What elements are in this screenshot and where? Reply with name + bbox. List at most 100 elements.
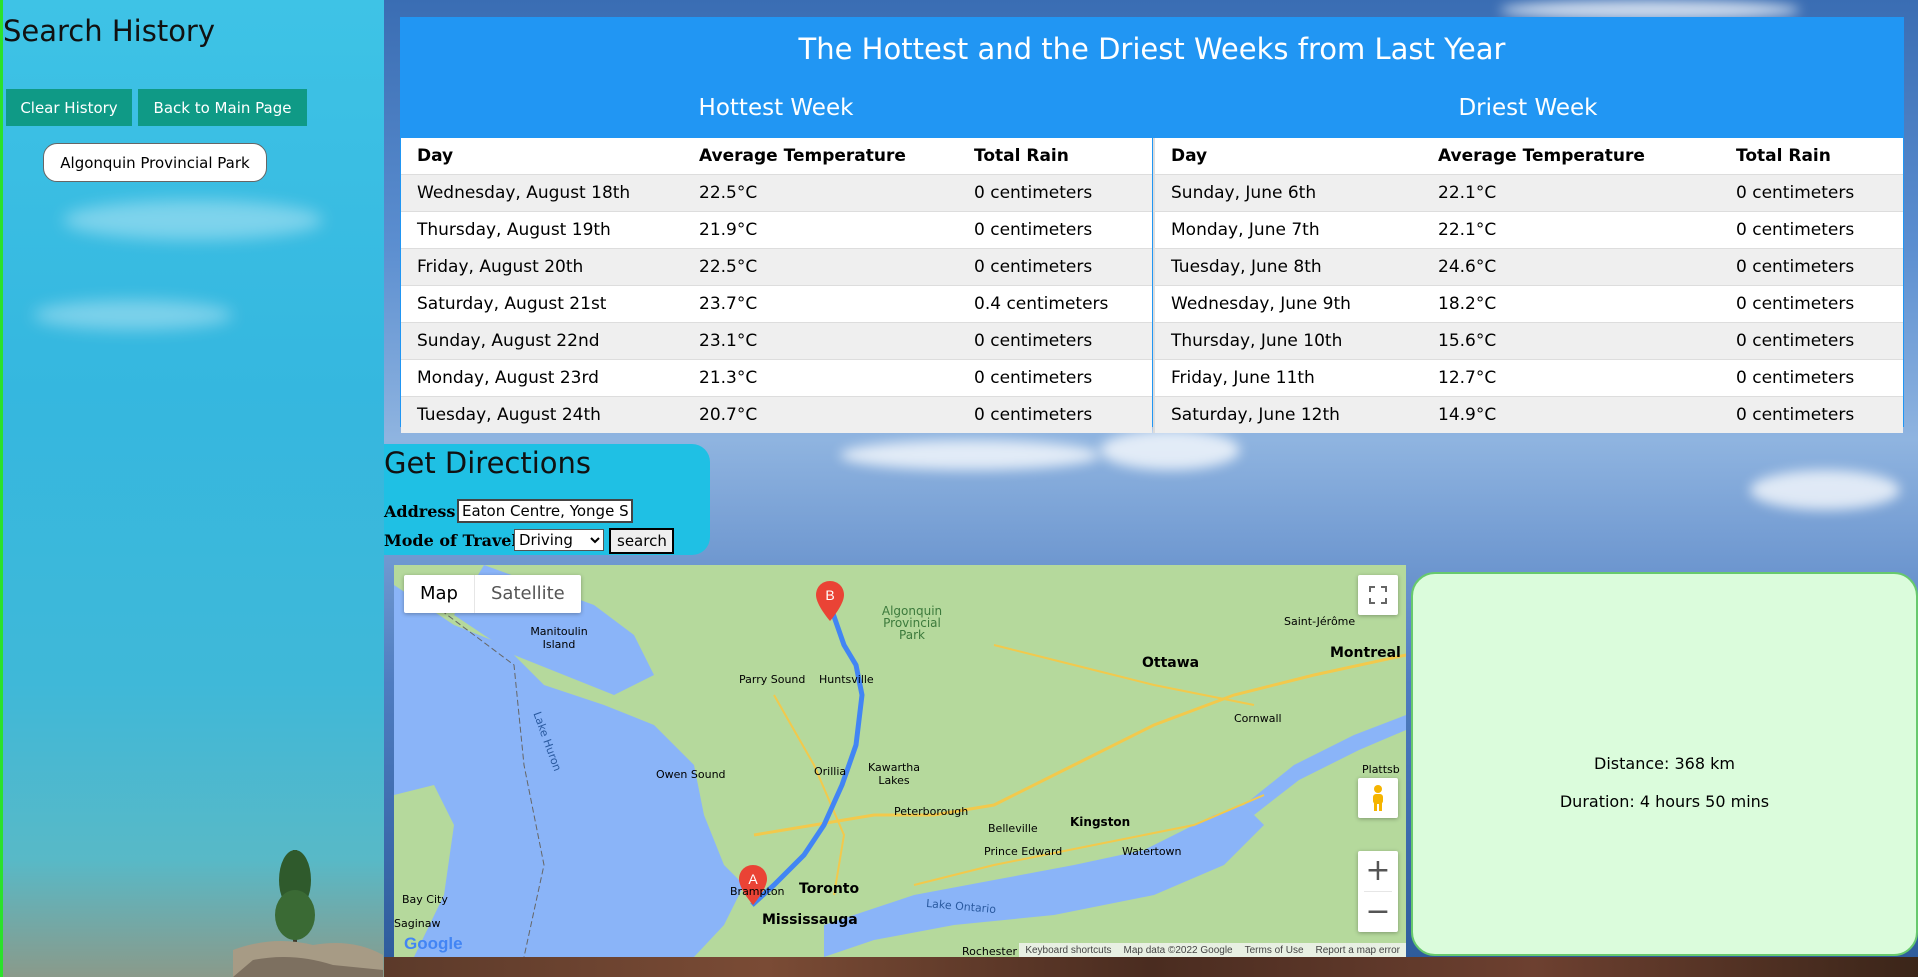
table-row: Friday, June 11th 12.7°C 0 centimeters — [1154, 359, 1903, 397]
driest-week-heading: Driest Week — [1458, 95, 1598, 121]
day-cell: Monday, August 23rd — [401, 359, 683, 397]
day-cell: Saturday, June 12th — [1154, 396, 1422, 433]
report-error-link[interactable]: Report a map error — [1316, 945, 1400, 956]
day-cell: Sunday, June 6th — [1154, 174, 1422, 212]
column-header: Average Temperature — [1422, 138, 1720, 175]
zoom-out-button[interactable]: − — [1365, 892, 1390, 932]
search-button[interactable]: search — [609, 528, 674, 554]
rain-cell: 0 centimeters — [1720, 174, 1903, 212]
terms-link[interactable]: Terms of Use — [1245, 945, 1304, 956]
place-label: Huntsville — [819, 673, 874, 686]
route-map[interactable]: B A Algonquin Provincial Park Ottawa Mon… — [394, 565, 1406, 957]
place-label: Owen Sound — [656, 768, 726, 781]
fullscreen-button[interactable] — [1358, 575, 1398, 615]
clear-history-button[interactable]: Clear History — [6, 89, 132, 126]
cloud — [1100, 430, 1240, 470]
rain-cell: 0 centimeters — [1720, 285, 1903, 323]
place-label: Mississauga — [762, 912, 858, 928]
table-row: Sunday, June 6th 22.1°C 0 centimeters — [1154, 174, 1903, 212]
rain-cell: 0 centimeters — [1720, 211, 1903, 249]
mode-of-travel-select[interactable]: Driving — [514, 529, 604, 551]
place-label: Manitoulin Island — [530, 625, 588, 651]
island-tree-image — [233, 850, 383, 977]
column-header: Total Rain — [958, 138, 1152, 175]
place-label: Brampton — [730, 885, 785, 898]
weather-panel: The Hottest and the Driest Weeks from La… — [400, 17, 1904, 433]
pegman-icon — [1373, 785, 1383, 811]
temp-cell: 14.9°C — [1422, 396, 1720, 433]
google-logo-text: Google — [404, 934, 463, 953]
directions-panel: Get Directions Address Mode of Travel Dr… — [384, 444, 710, 555]
place-label: Montreal — [1330, 645, 1401, 661]
rain-cell: 0 centimeters — [1720, 248, 1903, 286]
column-header: Day — [1154, 138, 1422, 175]
place-label: Watertown — [1122, 845, 1182, 858]
table-row: Saturday, June 12th 14.9°C 0 centimeters — [1154, 396, 1903, 433]
keyboard-shortcuts-link[interactable]: Keyboard shortcuts — [1025, 945, 1111, 956]
history-item[interactable]: Algonquin Provincial Park — [43, 143, 267, 182]
place-label: Belleville — [988, 822, 1038, 835]
rain-cell: 0 centimeters — [958, 211, 1152, 249]
table-row: Wednesday, June 9th 18.2°C 0 centimeters — [1154, 285, 1903, 323]
search-history-title: Search History — [3, 14, 216, 48]
table-row: Saturday, August 21st 23.7°C 0.4 centimete… — [401, 285, 1152, 323]
place-label: Saint-Jérôme — [1284, 615, 1356, 628]
directions-title: Get Directions — [384, 446, 592, 480]
cloud — [840, 440, 1100, 470]
temp-cell: 22.1°C — [1422, 174, 1720, 212]
table-row: Wednesday, August 18th 22.5°C 0 centimeter… — [401, 174, 1152, 212]
place-label: Rochester — [962, 945, 1017, 957]
temp-cell: 15.6°C — [1422, 322, 1720, 360]
day-cell: Wednesday, June 9th — [1154, 285, 1422, 323]
driest-week-table: Day Average Temperature Total Rain Sunda… — [1153, 138, 1903, 433]
hottest-week-heading: Hottest Week — [698, 95, 854, 121]
map-type-map-button[interactable]: Map — [404, 575, 474, 613]
back-to-main-button[interactable]: Back to Main Page — [138, 89, 307, 126]
place-label: Plattsb — [1362, 763, 1400, 776]
rain-cell: 0 centimeters — [1720, 396, 1903, 433]
street-view-pegman-button[interactable] — [1358, 778, 1398, 818]
rain-cell: 0 centimeters — [958, 322, 1152, 360]
column-header: Day — [401, 138, 683, 175]
rain-cell: 0 centimeters — [958, 174, 1152, 212]
table-row: Tuesday, August 24th 20.7°C 0 centimeters — [401, 396, 1152, 433]
column-header: Average Temperature — [683, 138, 958, 175]
day-cell: Wednesday, August 18th — [401, 174, 683, 212]
day-cell: Thursday, June 10th — [1154, 322, 1422, 360]
fullscreen-icon — [1369, 586, 1387, 604]
rain-cell: 0 centimeters — [958, 396, 1152, 433]
table-row: Monday, August 23rd 21.3°C 0 centimeters — [401, 359, 1152, 397]
cloud — [63, 200, 323, 240]
address-label: Address — [384, 502, 456, 521]
place-label: Cornwall — [1234, 712, 1282, 725]
day-cell: Tuesday, August 24th — [401, 396, 683, 433]
marker-b-icon[interactable]: B — [816, 581, 844, 621]
rain-cell: 0 centimeters — [1720, 359, 1903, 397]
place-label: Peterborough — [894, 805, 969, 818]
cloud — [1750, 470, 1900, 510]
place-label: Orillia — [814, 765, 847, 778]
route-duration: Duration: 4 hours 50 mins — [1559, 792, 1770, 811]
map-type-satellite-button[interactable]: Satellite — [474, 575, 581, 613]
day-cell: Thursday, August 19th — [401, 211, 683, 249]
zoom-in-button[interactable]: + — [1365, 851, 1390, 891]
rain-cell: 0.4 centimeters — [958, 285, 1152, 323]
place-label: Prince Edward — [984, 845, 1063, 858]
map-type-toggle: Map Satellite — [404, 575, 581, 613]
rain-cell: 0 centimeters — [958, 359, 1152, 397]
temp-cell: 22.5°C — [683, 248, 958, 286]
rock-background — [384, 957, 1918, 977]
place-label: Toronto — [799, 881, 860, 897]
table-row: Monday, June 7th 22.1°C 0 centimeters — [1154, 211, 1903, 249]
day-cell: Friday, August 20th — [401, 248, 683, 286]
route-distance: Distance: 368 km — [1594, 754, 1735, 773]
hottest-week-table: Day Average Temperature Total Rain Wedne… — [401, 138, 1152, 433]
temp-cell: 24.6°C — [1422, 248, 1720, 286]
address-input[interactable] — [457, 499, 633, 523]
temp-cell: 21.9°C — [683, 211, 958, 249]
day-cell: Sunday, August 22nd — [401, 322, 683, 360]
zoom-control: + − — [1358, 851, 1398, 932]
column-header: Total Rain — [1720, 138, 1903, 175]
place-label: Parry Sound — [739, 673, 806, 686]
marker-b-label: B — [825, 587, 834, 603]
